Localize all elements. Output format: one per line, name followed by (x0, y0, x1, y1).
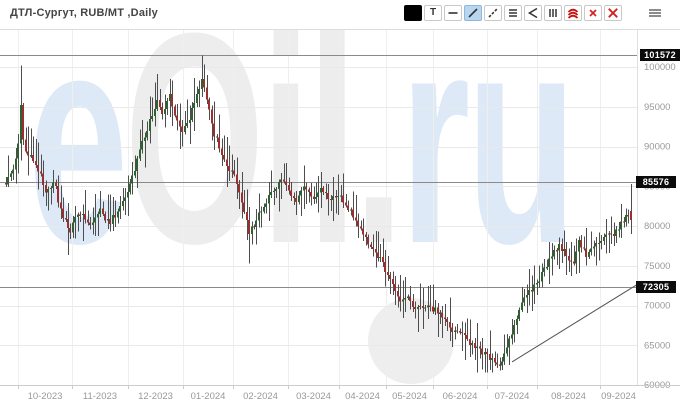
svg-text:09-2024: 09-2024 (601, 391, 636, 402)
chart-area[interactable]: eOil.ru 10000095000900008500080000750007… (0, 30, 680, 408)
svg-text:08-2024: 08-2024 (551, 391, 586, 402)
vertical-lines-tool[interactable] (544, 5, 562, 21)
svg-text:04-2024: 04-2024 (345, 391, 380, 402)
fan-lines-icon (527, 7, 539, 19)
parallel-lines-tool[interactable] (504, 5, 522, 21)
parallel-lines-icon (507, 7, 519, 19)
svg-text:65000: 65000 (644, 340, 670, 351)
svg-text:12-2023: 12-2023 (138, 391, 173, 402)
horizontal-line-tool[interactable] (444, 5, 462, 21)
price-tag-high: 101572 (640, 49, 680, 61)
svg-text:05-2024: 05-2024 (392, 391, 427, 402)
svg-text:07-2024: 07-2024 (495, 391, 530, 402)
chart-title: ДТЛ-Сургут, RUB/MT ,Daily (10, 7, 158, 19)
svg-text:70000: 70000 (644, 301, 670, 312)
ray-line-tool[interactable] (484, 5, 502, 21)
chart-header: ДТЛ-Сургут, RUB/MT ,Daily T (0, 0, 680, 30)
svg-text:75000: 75000 (644, 261, 670, 272)
delete-all-cross-icon (607, 7, 619, 19)
svg-text:02-2024: 02-2024 (243, 391, 278, 402)
fibonacci-arcs-tool[interactable] (564, 5, 582, 21)
price-tag-resistance: 85576 (636, 176, 676, 188)
svg-text:10-2023: 10-2023 (28, 391, 63, 402)
drawing-toolbar: T (402, 5, 664, 21)
color-swatch-tool[interactable] (404, 5, 422, 21)
price-tag-trend: 72305 (636, 281, 676, 293)
svg-text:80000: 80000 (644, 221, 670, 232)
svg-text:90000: 90000 (644, 142, 670, 153)
text-tool-icon: T (430, 8, 436, 18)
vertical-lines-icon (547, 7, 559, 19)
candlestick-plot[interactable]: 1000009500090000850008000075000700006500… (0, 30, 680, 408)
svg-text:06-2024: 06-2024 (443, 391, 478, 402)
text-tool[interactable]: T (424, 5, 442, 21)
delete-cross-icon (587, 7, 599, 19)
delete-all-drawings-tool[interactable] (604, 5, 622, 21)
fibonacci-arcs-icon (567, 7, 579, 19)
fan-lines-tool[interactable] (524, 5, 542, 21)
horizontal-line-icon (447, 7, 459, 19)
svg-text:95000: 95000 (644, 102, 670, 113)
hamburger-menu-icon (648, 7, 662, 19)
ray-line-icon (487, 7, 499, 19)
trend-line-tool[interactable] (464, 5, 482, 21)
svg-text:01-2024: 01-2024 (191, 391, 226, 402)
trend-line-icon (467, 7, 479, 19)
svg-text:11-2023: 11-2023 (83, 391, 117, 402)
svg-text:100000: 100000 (644, 62, 676, 73)
svg-text:03-2024: 03-2024 (296, 391, 331, 402)
delete-drawing-tool[interactable] (584, 5, 602, 21)
chart-menu[interactable] (646, 5, 664, 21)
